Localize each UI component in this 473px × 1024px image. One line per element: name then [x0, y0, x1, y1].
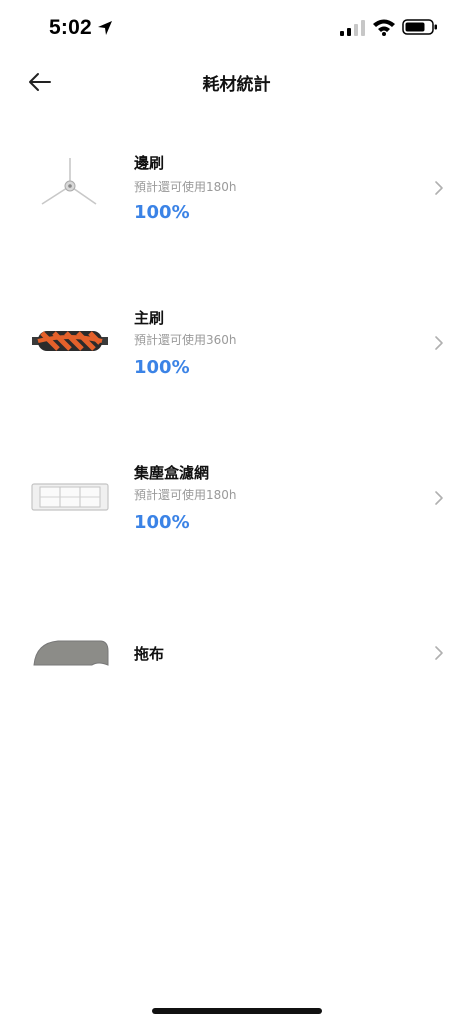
item-percent: 100%	[134, 202, 190, 223]
item-remaining-time: 預計還可使用360h	[134, 333, 237, 347]
item-percent: 100%	[134, 512, 190, 533]
status-bar: 5:02	[0, 0, 473, 56]
chevron-right-icon	[435, 646, 443, 660]
item-name: 集塵盒濾網	[134, 464, 210, 482]
wifi-icon	[373, 19, 395, 36]
page-title: 耗材統計	[202, 75, 271, 95]
side-brush-icon	[41, 158, 97, 205]
chevron-right-icon	[435, 491, 443, 505]
cellular-signal-icon	[340, 20, 365, 36]
chevron-right-icon	[435, 336, 443, 350]
location-arrow-icon	[98, 21, 112, 35]
main-brush-icon	[32, 331, 108, 351]
item-name: 主刷	[134, 309, 165, 327]
item-name: 拖布	[134, 645, 165, 663]
consumable-item-dustbin-filter[interactable]: 集塵盒濾網 預計還可使用180h 100%	[0, 450, 473, 570]
mop-pad-icon	[33, 640, 109, 666]
item-remaining-time: 預計還可使用180h	[134, 488, 237, 502]
consumable-item-mop-pad[interactable]: 拖布	[0, 605, 473, 725]
item-percent: 100%	[134, 357, 190, 378]
battery-icon	[402, 19, 437, 35]
screen: 5:02 耗材統計 邊刷 預計還可使用180h 100% 主刷 預計還可使用36…	[0, 0, 473, 1024]
consumable-item-side-brush[interactable]: 邊刷 預計還可使用180h 100%	[0, 140, 473, 260]
dustbin-filter-icon	[31, 483, 109, 511]
item-remaining-time: 預計還可使用180h	[134, 180, 237, 194]
item-name: 邊刷	[134, 154, 165, 172]
consumable-item-main-brush[interactable]: 主刷 預計還可使用360h 100%	[0, 295, 473, 415]
home-indicator[interactable]	[152, 1008, 322, 1014]
chevron-right-icon	[435, 181, 443, 195]
nav-bar: 耗材統計	[0, 56, 473, 108]
status-time: 5:02	[49, 16, 92, 39]
